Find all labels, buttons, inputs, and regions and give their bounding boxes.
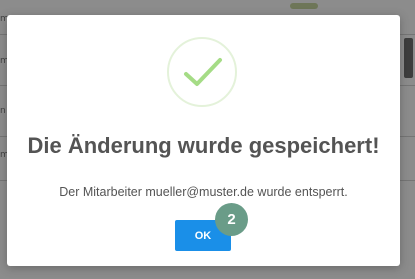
success-dialog: Die Änderung wurde gespeichert! Der Mita… (7, 15, 400, 266)
dialog-title: Die Änderung wurde gespeichert! (27, 133, 380, 158)
checkmark-icon (184, 58, 222, 86)
success-icon-ring (167, 37, 237, 107)
dialog-message: Der Mitarbeiter mueller@muster.de wurde … (59, 185, 348, 199)
step-number-badge: 2 (215, 203, 248, 236)
